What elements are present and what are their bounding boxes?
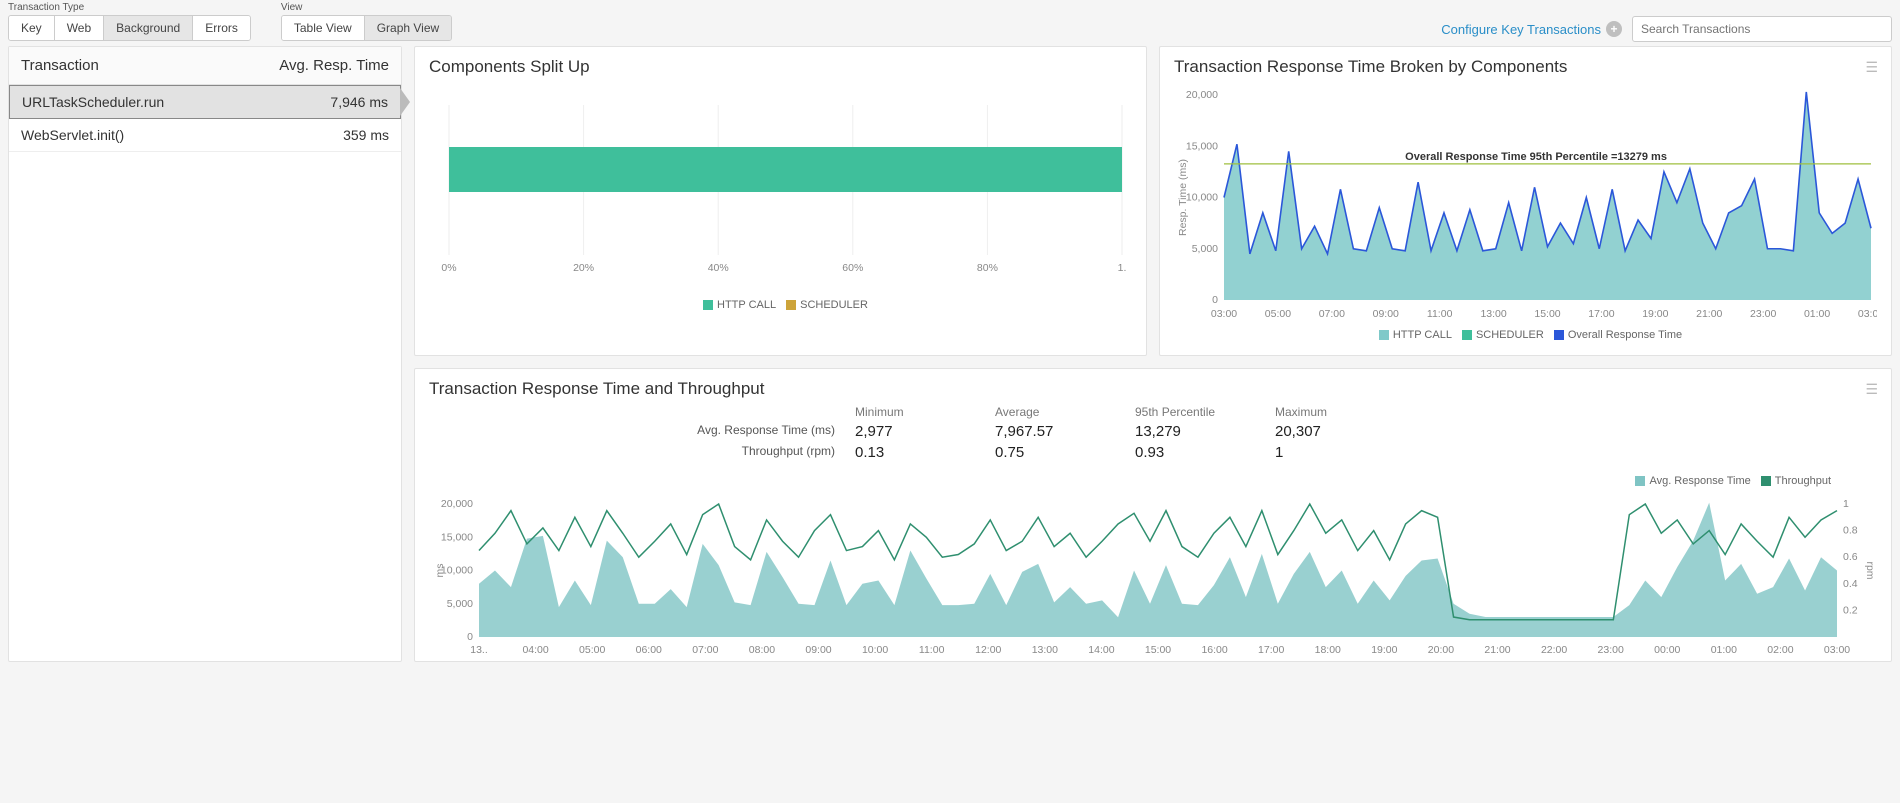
- svg-text:0.6: 0.6: [1843, 551, 1858, 563]
- svg-text:23:00: 23:00: [1598, 644, 1624, 656]
- svg-text:15:00: 15:00: [1145, 644, 1171, 656]
- svg-text:07:00: 07:00: [1319, 308, 1345, 320]
- svg-text:22:00: 22:00: [1541, 644, 1567, 656]
- svg-text:04:00: 04:00: [522, 644, 548, 656]
- stats-table: MinimumAverage95th PercentileMaximumAvg.…: [415, 399, 1891, 471]
- svg-text:11:00: 11:00: [919, 644, 945, 656]
- svg-text:14:00: 14:00: [1088, 644, 1114, 656]
- svg-text:1: 1: [1843, 499, 1849, 510]
- svg-text:20,000: 20,000: [441, 499, 473, 510]
- components-title: Components Split Up: [429, 57, 590, 77]
- hamburger-icon[interactable]: ☰: [1865, 59, 1877, 76]
- filter-key[interactable]: Key: [9, 16, 55, 40]
- view-label: View: [281, 2, 452, 13]
- svg-text:20,000: 20,000: [1186, 89, 1218, 101]
- svg-text:15,000: 15,000: [1186, 140, 1218, 152]
- svg-text:5,000: 5,000: [447, 598, 473, 610]
- throughput-legend: Avg. Response TimeThroughput: [415, 471, 1891, 491]
- svg-text:15,000: 15,000: [441, 531, 473, 543]
- tx-col-name: Transaction: [21, 57, 99, 74]
- svg-text:17:00: 17:00: [1258, 644, 1284, 656]
- svg-text:05:00: 05:00: [579, 644, 605, 656]
- svg-text:19:00: 19:00: [1642, 308, 1668, 320]
- filter-web[interactable]: Web: [55, 16, 104, 40]
- svg-text:12:00: 12:00: [975, 644, 1001, 656]
- svg-text:13:00: 13:00: [1480, 308, 1506, 320]
- table-row[interactable]: WebServlet.init()359 ms: [9, 119, 401, 152]
- svg-text:23:00: 23:00: [1750, 308, 1776, 320]
- svg-text:09:00: 09:00: [805, 644, 831, 656]
- throughput-panel: Transaction Response Time and Throughput…: [414, 368, 1892, 662]
- svg-text:1.: 1.: [1118, 262, 1127, 274]
- svg-text:21:00: 21:00: [1484, 644, 1510, 656]
- throughput-title: Transaction Response Time and Throughput: [429, 379, 764, 399]
- components-legend: HTTP CALLSCHEDULER: [429, 295, 1132, 315]
- svg-text:05:00: 05:00: [1265, 308, 1291, 320]
- components-chart: 0% 20% 40% 60% 80% 1.: [429, 85, 1132, 295]
- throughput-chart: 05,00010,00015,00020,000ms0.20.40.60.81r…: [429, 499, 1877, 659]
- svg-text:19:00: 19:00: [1371, 644, 1397, 656]
- svg-text:0: 0: [467, 631, 473, 643]
- filter-background[interactable]: Background: [104, 16, 193, 40]
- transaction-type-label: Transaction Type: [8, 2, 251, 13]
- svg-text:13:00: 13:00: [1032, 644, 1058, 656]
- filter-table-view[interactable]: Table View: [282, 16, 365, 40]
- svg-text:40%: 40%: [708, 262, 729, 274]
- hamburger-icon[interactable]: ☰: [1865, 381, 1877, 398]
- svg-text:01:00: 01:00: [1804, 308, 1830, 320]
- broken-chart: 0 5,000 10,000 15,000 20,000 Resp. Time (ms) 0…: [1174, 85, 1877, 325]
- svg-text:Overall Response Time 95th Per: Overall Response Time 95th Percentile =1…: [1405, 151, 1667, 163]
- svg-text:5,000: 5,000: [1192, 243, 1218, 255]
- svg-text:16:00: 16:00: [1201, 644, 1227, 656]
- svg-text:18:00: 18:00: [1315, 644, 1341, 656]
- svg-text:13..: 13..: [470, 644, 488, 656]
- svg-text:0.2: 0.2: [1843, 604, 1858, 616]
- svg-text:21:00: 21:00: [1696, 308, 1722, 320]
- svg-text:09:00: 09:00: [1373, 308, 1399, 320]
- svg-text:02:00: 02:00: [1767, 644, 1793, 656]
- svg-text:06:00: 06:00: [636, 644, 662, 656]
- svg-text:11:00: 11:00: [1427, 308, 1453, 320]
- svg-text:10,000: 10,000: [1186, 192, 1218, 204]
- configure-key-transactions-link[interactable]: Configure Key Transactions +: [1441, 21, 1622, 37]
- svg-text:0%: 0%: [441, 262, 456, 274]
- table-row[interactable]: URLTaskScheduler.run7,946 ms: [9, 85, 401, 119]
- broken-legend: HTTP CALLSCHEDULEROverall Response Time: [1174, 325, 1877, 345]
- svg-text:07:00: 07:00: [692, 644, 718, 656]
- filter-errors[interactable]: Errors: [193, 16, 250, 40]
- svg-text:80%: 80%: [977, 262, 998, 274]
- svg-text:0: 0: [1212, 294, 1218, 306]
- svg-text:08:00: 08:00: [749, 644, 775, 656]
- svg-text:17:00: 17:00: [1588, 308, 1614, 320]
- svg-text:03:00: 03:00: [1824, 644, 1850, 656]
- svg-text:03:00: 03:00: [1211, 308, 1237, 320]
- search-input[interactable]: [1632, 16, 1892, 42]
- svg-text:20:00: 20:00: [1428, 644, 1454, 656]
- tx-col-resp: Avg. Resp. Time: [279, 57, 389, 74]
- svg-text:0.8: 0.8: [1843, 525, 1858, 537]
- view-group: View Table ViewGraph View: [281, 2, 452, 41]
- filter-graph-view[interactable]: Graph View: [365, 16, 451, 40]
- svg-text:00:00: 00:00: [1654, 644, 1680, 656]
- broken-panel: Transaction Response Time Broken by Comp…: [1159, 46, 1892, 356]
- svg-text:Resp. Time (ms): Resp. Time (ms): [1177, 159, 1189, 236]
- svg-text:15:00: 15:00: [1534, 308, 1560, 320]
- svg-text:03:00: 03:00: [1858, 308, 1877, 320]
- svg-text:20%: 20%: [573, 262, 594, 274]
- plus-icon: +: [1606, 21, 1622, 37]
- svg-text:0.4: 0.4: [1843, 578, 1858, 590]
- svg-text:10:00: 10:00: [862, 644, 888, 656]
- svg-text:01:00: 01:00: [1711, 644, 1737, 656]
- components-split-panel: Components Split Up 0% 20% 40% 60% 80% 1. HTT…: [414, 46, 1147, 356]
- svg-text:ms: ms: [434, 564, 446, 578]
- broken-title: Transaction Response Time Broken by Comp…: [1174, 57, 1567, 77]
- svg-text:rpm: rpm: [1864, 561, 1876, 579]
- svg-text:60%: 60%: [842, 262, 863, 274]
- transaction-list-panel: Transaction Avg. Resp. Time URLTaskSched…: [8, 46, 402, 662]
- transaction-type-group: Transaction Type KeyWebBackgroundErrors: [8, 2, 251, 41]
